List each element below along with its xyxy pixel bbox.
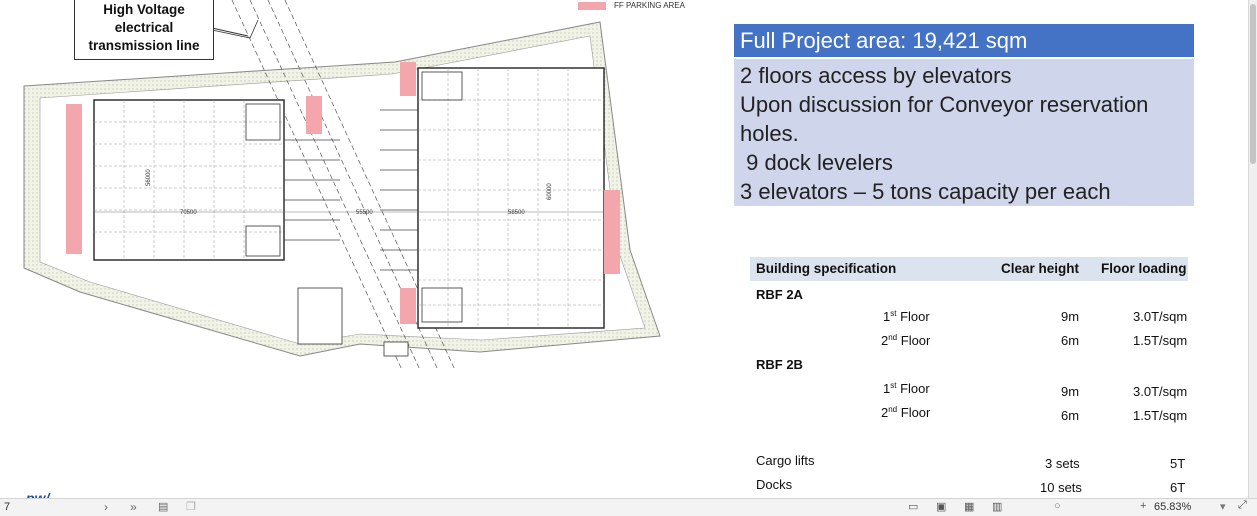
info-line: 9 dock levelers xyxy=(740,150,893,175)
building-spec-table: Building specification Clear height Floo… xyxy=(750,257,1188,495)
rbf2b-floor2-height: 6m xyxy=(1061,408,1080,423)
info-line: 3 elevators – 5 tons capacity per each xyxy=(740,179,1111,204)
outline-view-icon[interactable]: ▣ xyxy=(936,500,946,513)
docks-label: Docks xyxy=(756,477,793,492)
zoom-out-icon[interactable]: ○ xyxy=(1054,500,1061,512)
slide-sorter-icon[interactable]: ▤ xyxy=(158,500,168,513)
info-line: Upon discussion for Conveyor reservation xyxy=(740,92,1149,117)
scrollbar-thumb[interactable] xyxy=(1250,4,1256,164)
rbf2b-floor1: 1st Floor xyxy=(883,381,930,396)
reading-view-icon[interactable]: ▥ xyxy=(992,500,1002,513)
cargo-lifts-qty: 3 sets xyxy=(1045,456,1080,471)
dim-left-depth: 56000 xyxy=(146,169,152,186)
vertical-scrollbar[interactable] xyxy=(1248,0,1257,498)
zoom-in-icon[interactable]: + xyxy=(1140,500,1146,512)
rbf2a-floor1-height: 9m xyxy=(1061,309,1080,324)
spec-header-row: Building specification Clear height Floo… xyxy=(750,257,1188,281)
rbf2b-floor1-height: 9m xyxy=(1061,384,1080,399)
cargo-lifts-value: 5T xyxy=(1170,456,1186,471)
page-number-field[interactable]: 7 xyxy=(4,501,10,513)
info-line: 2 floors access by elevators xyxy=(740,63,1012,88)
rbf2a-label: RBF 2A xyxy=(756,287,803,302)
info-line: holes. xyxy=(740,121,799,146)
transmission-line-callout: High Voltage electrical transmission lin… xyxy=(74,0,214,60)
rbf2b-floor1-load: 3.0T/sqm xyxy=(1133,384,1188,399)
rbf2a-floor2-height: 6m xyxy=(1061,333,1080,348)
last-page-icon[interactable]: » xyxy=(130,500,137,514)
dim-left-width: 70500 xyxy=(180,210,197,216)
dim-middle-width: 55500 xyxy=(356,210,373,216)
docks-value: 6T xyxy=(1170,480,1186,495)
parking-legend-label: FF PARKING AREA xyxy=(614,1,685,10)
rbf2b-floor2: 2nd Floor xyxy=(881,405,931,420)
status-bar: 7 › » ▤ ❐ ▭ ▣ ▦ ▥ ○ + 65.83% ▾ ⤢ xyxy=(0,498,1257,516)
building-right xyxy=(417,67,605,329)
rbf2b-floor2-load: 1.5T/sqm xyxy=(1133,408,1188,423)
dim-right-depth: 60000 xyxy=(547,183,553,200)
zoom-level[interactable]: 65.83% xyxy=(1154,501,1191,513)
dim-right-width: 58500 xyxy=(508,210,525,216)
rbf2a-floor1-load: 3.0T/sqm xyxy=(1133,309,1188,324)
slide-canvas: 70500 55500 58500 56000 60000 High Volta… xyxy=(0,0,1248,506)
copy-icon[interactable]: ❐ xyxy=(186,500,196,513)
spec-header-spec: Building specification xyxy=(756,261,897,276)
normal-view-icon[interactable]: ▭ xyxy=(908,500,918,513)
sorter-view-icon[interactable]: ▦ xyxy=(964,500,974,513)
docks-qty: 10 sets xyxy=(1040,480,1082,495)
project-area-title: Full Project area: 19,421 sqm xyxy=(734,24,1194,57)
rbf2a-floor2: 2nd Floor xyxy=(881,333,931,348)
rbf2b-label: RBF 2B xyxy=(756,357,803,372)
parking-legend-swatch xyxy=(578,1,606,10)
rbf2a-floor1: 1st Floor xyxy=(883,309,930,324)
spec-header-floor-loading: Floor loading xyxy=(1101,261,1187,276)
fit-to-window-icon[interactable]: ⤢ xyxy=(1238,499,1247,512)
cargo-lifts-label: Cargo lifts xyxy=(756,453,815,468)
next-page-icon[interactable]: › xyxy=(104,500,108,514)
parking-legend: FF PARKING AREA xyxy=(578,1,685,10)
project-info-box: 2 floors access by elevators Upon discus… xyxy=(734,59,1194,206)
building-left xyxy=(93,99,285,261)
rbf2a-floor2-load: 1.5T/sqm xyxy=(1133,333,1188,348)
zoom-dropdown-icon[interactable]: ▾ xyxy=(1220,500,1226,513)
spec-header-clear-height: Clear height xyxy=(1001,261,1080,276)
